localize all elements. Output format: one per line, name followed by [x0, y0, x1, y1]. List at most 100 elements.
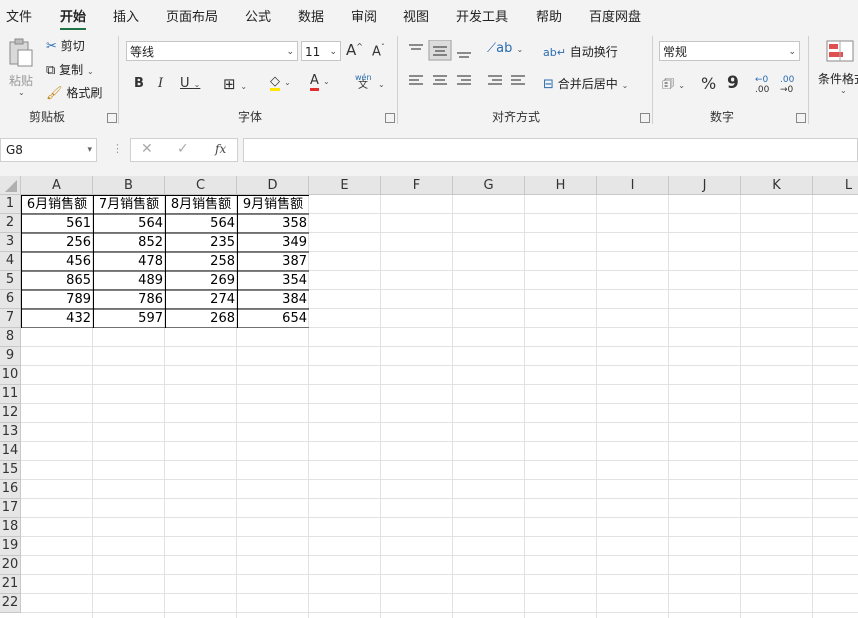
cell-a6[interactable]: 789	[21, 290, 93, 309]
cell-d7[interactable]: 654	[237, 309, 309, 328]
row-header-14[interactable]: 14	[0, 442, 21, 461]
cell-b4[interactable]: 478	[93, 252, 165, 271]
row-header-22[interactable]: 22	[0, 594, 21, 613]
cell-c1[interactable]: 8月销售额	[165, 195, 237, 214]
cell-b3[interactable]: 852	[93, 233, 165, 252]
copy-button[interactable]: ⧉ 复制 ⌄	[46, 61, 94, 78]
column-header-f[interactable]: F	[381, 176, 453, 195]
row-header-21[interactable]: 21	[0, 575, 21, 594]
cell-c5[interactable]: 269	[165, 271, 237, 290]
row-header-18[interactable]: 18	[0, 518, 21, 537]
insert-function-icon[interactable]: fx	[215, 142, 226, 156]
column-header-j[interactable]: J	[669, 176, 741, 195]
menu-home[interactable]: 开始	[60, 6, 87, 30]
row-header-1[interactable]: 1	[0, 195, 21, 214]
cell-d2[interactable]: 358	[237, 214, 309, 233]
column-header-a[interactable]: A	[21, 176, 93, 195]
row-header-8[interactable]: 8	[0, 328, 21, 347]
cell-c6[interactable]: 274	[165, 290, 237, 309]
cell-c2[interactable]: 564	[165, 214, 237, 233]
row-header-12[interactable]: 12	[0, 404, 21, 423]
font-color-button[interactable]: A ⌄	[310, 73, 330, 91]
cell-b7[interactable]: 597	[93, 309, 165, 328]
menu-developer[interactable]: 开发工具	[456, 6, 508, 25]
cell-d5[interactable]: 354	[237, 271, 309, 290]
column-header-c[interactable]: C	[165, 176, 237, 195]
number-format-combo[interactable]: 常规 ⌄	[659, 41, 800, 61]
decrease-font-icon[interactable]: Aˇ	[372, 43, 385, 59]
menu-page-layout[interactable]: 页面布局	[166, 6, 218, 25]
drag-handle-icon[interactable]: ⋮	[112, 142, 123, 155]
cell-c3[interactable]: 235	[165, 233, 237, 252]
select-all-corner[interactable]	[0, 176, 21, 195]
cell-a2[interactable]: 561	[21, 214, 93, 233]
column-header-e[interactable]: E	[309, 176, 381, 195]
cell-c4[interactable]: 258	[165, 252, 237, 271]
percent-button[interactable]: %	[701, 74, 716, 93]
formula-input[interactable]	[243, 138, 858, 162]
row-header-9[interactable]: 9	[0, 347, 21, 366]
wrap-text-button[interactable]: ab↵ 自动换行	[543, 43, 618, 60]
menu-insert[interactable]: 插入	[113, 6, 139, 25]
row-header-2[interactable]: 2	[0, 214, 21, 233]
menu-file[interactable]: 文件	[6, 6, 32, 25]
menu-formulas[interactable]: 公式	[245, 6, 271, 25]
row-header-10[interactable]: 10	[0, 366, 21, 385]
menu-view[interactable]: 视图	[403, 6, 429, 25]
cut-button[interactable]: ✂ 剪切	[46, 37, 85, 54]
phonetic-button[interactable]: wén 文	[355, 74, 372, 91]
row-header-20[interactable]: 20	[0, 556, 21, 575]
cell-c7[interactable]: 268	[165, 309, 237, 328]
border-button[interactable]: ⊞ ⌄	[223, 75, 247, 93]
cell-a4[interactable]: 456	[21, 252, 93, 271]
column-header-i[interactable]: I	[597, 176, 669, 195]
column-header-d[interactable]: D	[237, 176, 309, 195]
orientation-icon[interactable]: ⟋ab ⌄	[487, 41, 523, 56]
comma-style-button[interactable]: 9	[727, 73, 739, 93]
cell-a3[interactable]: 256	[21, 233, 93, 252]
conditional-format-button[interactable]: 条件格式 ⌄	[816, 38, 858, 102]
cell-a1[interactable]: 6月销售额	[21, 195, 93, 214]
font-size-combo[interactable]: 11 ⌄	[301, 41, 341, 61]
row-header-16[interactable]: 16	[0, 480, 21, 499]
row-header-11[interactable]: 11	[0, 385, 21, 404]
cell-b5[interactable]: 489	[93, 271, 165, 290]
column-header-k[interactable]: K	[741, 176, 813, 195]
phonetic-dropdown-icon[interactable]: ⌄	[378, 80, 385, 89]
cell-b1[interactable]: 7月销售额	[93, 195, 165, 214]
row-header-15[interactable]: 15	[0, 461, 21, 480]
cell-b2[interactable]: 564	[93, 214, 165, 233]
menu-baidu-netdisk[interactable]: 百度网盘	[589, 6, 641, 25]
row-header-3[interactable]: 3	[0, 233, 21, 252]
row-header-5[interactable]: 5	[0, 271, 21, 290]
bold-button[interactable]: B	[134, 76, 144, 91]
name-box[interactable]: G8 ▾	[0, 138, 97, 162]
cell-d1[interactable]: 9月销售额	[237, 195, 309, 214]
menu-help[interactable]: 帮助	[536, 6, 562, 25]
accounting-format-button[interactable]: 🗊 ⌄	[662, 75, 685, 97]
row-header-13[interactable]: 13	[0, 423, 21, 442]
enter-icon[interactable]: ✓	[177, 141, 189, 157]
merge-center-button[interactable]: ⊟ 合并后居中 ⌄	[543, 75, 628, 92]
number-launcher-icon[interactable]	[796, 113, 806, 123]
cell-d6[interactable]: 384	[237, 290, 309, 309]
column-header-h[interactable]: H	[525, 176, 597, 195]
menu-data[interactable]: 数据	[298, 6, 324, 25]
cell-d4[interactable]: 387	[237, 252, 309, 271]
fill-color-button[interactable]: ◇ ⌄	[270, 74, 291, 91]
row-header-7[interactable]: 7	[0, 309, 21, 328]
increase-font-icon[interactable]: A^	[346, 41, 363, 59]
column-header-g[interactable]: G	[453, 176, 525, 195]
cell-a7[interactable]: 432	[21, 309, 93, 328]
cancel-icon[interactable]: ✕	[141, 141, 153, 157]
cell-b6[interactable]: 786	[93, 290, 165, 309]
row-header-17[interactable]: 17	[0, 499, 21, 518]
underline-button[interactable]: U ⌄	[180, 76, 200, 91]
increase-decimal-button[interactable]: ←0.00	[755, 75, 769, 95]
column-header-b[interactable]: B	[93, 176, 165, 195]
clipboard-launcher-icon[interactable]	[107, 113, 117, 123]
spreadsheet-grid[interactable]: A B C D E F G H I J K L 1 2 3 4 5 6 7 8 9 10 11 12 13 14 15 16 17 18 1…	[0, 176, 858, 618]
alignment-launcher-icon[interactable]	[640, 113, 650, 123]
format-painter-button[interactable]: 🖌 格式刷	[46, 84, 102, 101]
column-header-l[interactable]: L	[813, 176, 858, 195]
